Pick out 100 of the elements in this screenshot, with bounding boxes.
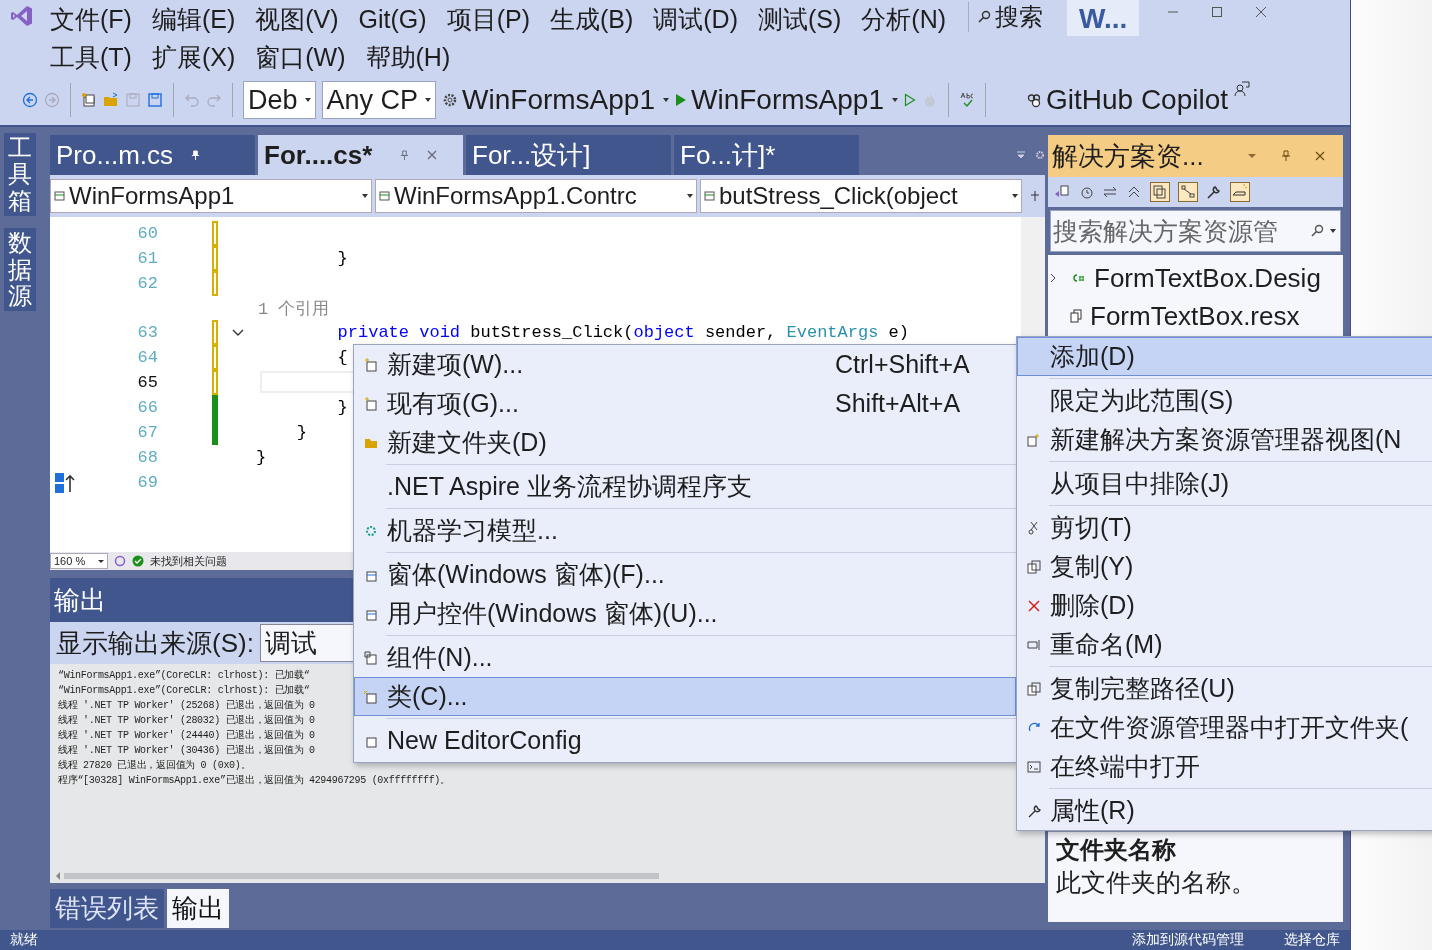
- wrench-icon[interactable]: [1206, 184, 1222, 200]
- pin-icon[interactable]: [1281, 150, 1291, 162]
- menu-item[interactable]: 组件(N)...: [354, 638, 1016, 677]
- navigation-dropdown[interactable]: butStress_Click(object: [700, 179, 1022, 213]
- menu-item[interactable]: .NET Aspire 业务流程协调程序支: [354, 467, 1016, 506]
- menu-item[interactable]: 文件(F): [42, 2, 140, 36]
- quick-action-icon[interactable]: [54, 471, 76, 494]
- menu-item[interactable]: 扩展(X): [143, 40, 244, 74]
- document-tab[interactable]: Pro...m.cs: [50, 135, 255, 175]
- scrollbar-thumb[interactable]: [64, 873, 659, 879]
- line-number: 67: [136, 423, 158, 442]
- play-outline-icon[interactable]: [903, 93, 916, 107]
- menu-item[interactable]: 调试(D): [645, 2, 746, 36]
- pages-icon[interactable]: [1150, 182, 1170, 202]
- menu-item[interactable]: 新建解决方案资源管理器视图(N: [1017, 420, 1432, 459]
- search-button[interactable]: 搜索: [968, 2, 1044, 32]
- output-line: “WinFormsApp1.exe”(CoreCLR: clrhost): 已加载“: [58, 683, 310, 698]
- expand-icon[interactable]: [1050, 273, 1056, 283]
- navigation-dropdown[interactable]: WinFormsApp1: [50, 179, 372, 213]
- menu-item[interactable]: 重命名(M): [1017, 625, 1432, 664]
- menu-item[interactable]: 限定为此范围(S): [1017, 381, 1432, 420]
- menu-item[interactable]: 在终端中打开: [1017, 747, 1432, 786]
- wrench-icon: [1027, 803, 1041, 818]
- platform-dropdown[interactable]: Any CP: [321, 81, 437, 119]
- settings-icon[interactable]: [1035, 150, 1045, 160]
- collapse-icon[interactable]: [232, 328, 244, 337]
- menu-item[interactable]: 属性(R): [1017, 791, 1432, 830]
- maximize-icon[interactable]: [1211, 6, 1224, 18]
- menu-item[interactable]: 剪切(T): [1017, 508, 1432, 547]
- tree-item[interactable]: FormTextBox.resx: [1048, 297, 1343, 335]
- side-tab[interactable]: 数据源: [4, 228, 36, 312]
- menu-item[interactable]: Git(G): [350, 4, 435, 34]
- issues-status[interactable]: 未找到相关问题: [150, 553, 227, 569]
- dropdown-icon[interactable]: [1247, 153, 1257, 159]
- menu-item[interactable]: 编辑(E): [143, 2, 244, 36]
- menu-item[interactable]: 用户控件(Windows 窗体)(U)...: [354, 594, 1016, 633]
- hierarchy-icon[interactable]: [1178, 182, 1198, 202]
- side-tab[interactable]: 工具箱: [4, 133, 36, 217]
- logo-icon: [10, 4, 34, 28]
- menu-item[interactable]: 在文件资源管理器中打开文件夹(: [1017, 708, 1432, 747]
- close-icon[interactable]: [427, 150, 438, 160]
- menu-item[interactable]: 窗口(W): [247, 40, 354, 74]
- code-line: private void butStress_Click(object sender, EventArgs e): [336, 323, 909, 342]
- zoom-dropdown[interactable]: 160 %: [50, 553, 108, 569]
- tree-item[interactable]: FormTextBox.Desig: [1048, 259, 1343, 297]
- menu-item[interactable]: 删除(D): [1017, 586, 1432, 625]
- sync-icon[interactable]: [1102, 184, 1118, 200]
- menu-item[interactable]: 从项目中排除(J): [1017, 464, 1432, 503]
- new-project-icon[interactable]: [81, 92, 97, 108]
- close-icon[interactable]: [1315, 151, 1325, 161]
- run-button[interactable]: WinFormsApp1: [675, 84, 898, 116]
- source-control-button[interactable]: 添加到源代码管理: [1132, 931, 1244, 949]
- reference-count-link[interactable]: 1 个引用: [258, 296, 330, 320]
- menu-item[interactable]: 复制完整路径(U): [1017, 669, 1432, 708]
- document-tab[interactable]: Fo...计]*: [674, 135, 859, 175]
- spellcheck-icon[interactable]: [958, 92, 975, 108]
- line-number: 66: [136, 398, 158, 417]
- collapse-all-icon[interactable]: [1126, 184, 1142, 200]
- panel-tab[interactable]: 输出: [167, 888, 229, 928]
- property-description: 此文件夹的名称。: [1056, 867, 1257, 898]
- output-line: 程序“[30328] WinFormsApp1.exe”已退出，返回值为 4294967295 (0xffffffff)。: [58, 773, 450, 788]
- menu-item[interactable]: 添加(D): [1017, 337, 1432, 376]
- close-icon[interactable]: [1255, 6, 1268, 18]
- menu-item[interactable]: 窗体(Windows 窗体)(F)...: [354, 555, 1016, 594]
- menu-item[interactable]: 帮助(H): [357, 40, 459, 74]
- rename-icon: [1027, 637, 1041, 652]
- menu-item[interactable]: 生成(B): [541, 2, 642, 36]
- startup-project-dropdown[interactable]: WinFormsApp1: [442, 84, 669, 116]
- menu-item[interactable]: New EditorConfig: [354, 721, 1016, 760]
- menu-item[interactable]: 复制(Y): [1017, 547, 1432, 586]
- save-all-icon[interactable]: [147, 92, 163, 108]
- split-icon[interactable]: [1029, 190, 1041, 202]
- menu-item[interactable]: 分析(N): [853, 2, 955, 36]
- menu-item[interactable]: 视图(V): [247, 2, 347, 36]
- code-line: }: [336, 398, 348, 417]
- copilot-button[interactable]: GitHub Copilot: [1025, 84, 1229, 116]
- document-tab[interactable]: For....cs*: [258, 135, 463, 175]
- menu-item[interactable]: 新建项(W)... Ctrl+Shift+A: [354, 345, 1016, 384]
- menu-item[interactable]: 机器学习模型...: [354, 511, 1016, 550]
- repository-button[interactable]: 选择仓库: [1284, 931, 1340, 949]
- menu-item[interactable]: 现有项(G)... Shift+Alt+A: [354, 384, 1016, 423]
- menu-item[interactable]: 测试(S): [750, 2, 850, 36]
- menu-item[interactable]: 新建文件夹(D): [354, 423, 1016, 462]
- copy-icon: [1027, 681, 1041, 696]
- pin-outline-icon[interactable]: [400, 149, 410, 161]
- health-icon[interactable]: [114, 555, 126, 567]
- feedback-icon[interactable]: [1234, 81, 1251, 97]
- navigation-dropdown[interactable]: WinFormsApp1.Contrc: [375, 179, 697, 213]
- open-folder-icon[interactable]: [103, 92, 119, 108]
- history-icon[interactable]: [1078, 184, 1094, 200]
- menu-item[interactable]: 项目(P): [438, 2, 538, 36]
- search-field[interactable]: 搜索解决方案资源管: [1050, 210, 1341, 252]
- configuration-dropdown[interactable]: Deb: [243, 81, 316, 119]
- menu-item[interactable]: 类(C)...: [354, 677, 1016, 716]
- output-line: 线程 '.NET TP Worker' (25268) 已退出，返回值为 0: [58, 698, 315, 713]
- panel-tab[interactable]: 错误列表: [50, 888, 164, 928]
- back-icon[interactable]: [22, 92, 38, 108]
- menu-item[interactable]: 工具(T): [42, 40, 140, 74]
- dropdown-icon[interactable]: [1016, 151, 1026, 159]
- document-tab[interactable]: For...设计]: [466, 135, 671, 175]
